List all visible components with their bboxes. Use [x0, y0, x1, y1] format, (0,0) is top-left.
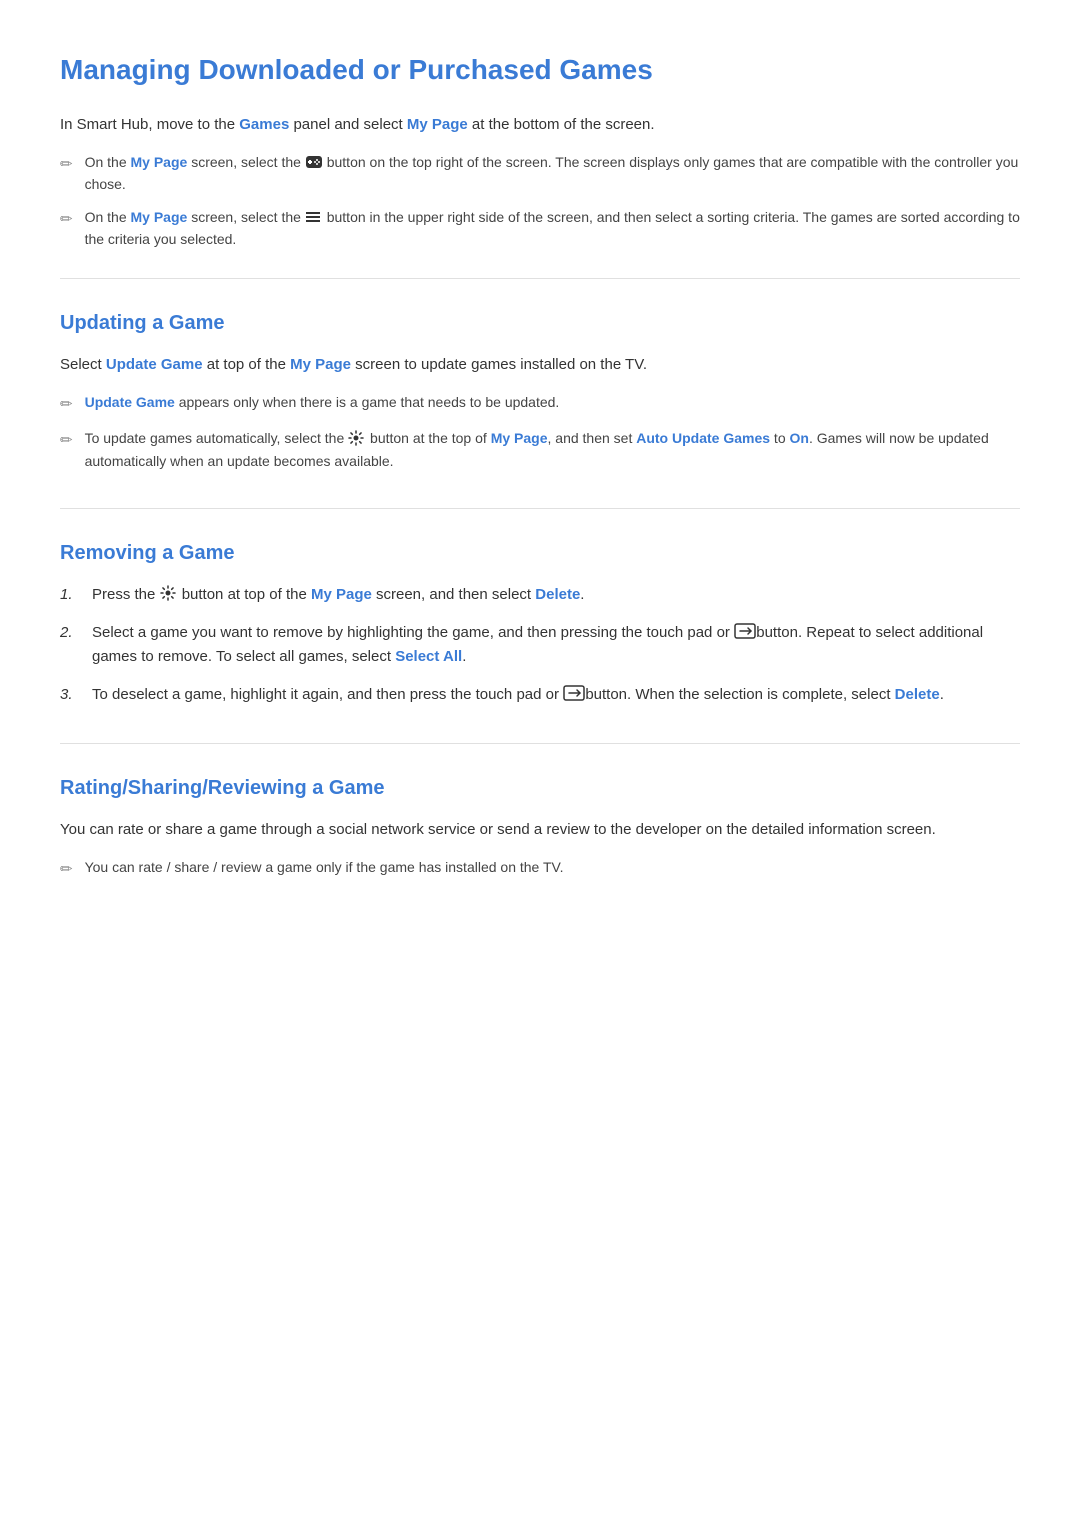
removing-steps: 1. Press the button at top of the My Pag…	[60, 583, 1020, 707]
gamepad-icon	[305, 153, 323, 171]
step-3-content: To deselect a game, highlight it again, …	[92, 683, 1020, 707]
my-page-note1: My Page	[131, 154, 188, 170]
updating-intro: Select Update Game at top of the My Page…	[60, 353, 1020, 377]
select-all-link: Select All	[395, 648, 462, 665]
delete-link-1: Delete	[535, 586, 580, 603]
step-1-content: Press the button at top of the My Page s…	[92, 583, 1020, 607]
updating-notes: ✏ Update Game appears only when there is…	[60, 391, 1020, 472]
on-link: On	[790, 430, 809, 446]
intro-note-2: ✏ On the My Page screen, select the butt…	[60, 206, 1020, 251]
touchpad-icon-1	[734, 623, 752, 641]
removing-step-3: 3. To deselect a game, highlight it agai…	[60, 683, 1020, 707]
removing-title: Removing a Game	[60, 537, 1020, 569]
intro-text-after: at the bottom of the screen.	[468, 116, 655, 133]
touchpad-icon-2	[563, 685, 581, 703]
section-rating: Rating/Sharing/Reviewing a Game You can …	[60, 772, 1020, 882]
step-num-2: 2.	[60, 621, 80, 645]
intro-note-1-text: On the My Page screen, select the button…	[85, 151, 1020, 196]
intro-text-middle: panel and select	[289, 116, 407, 133]
intro-note-1: ✏ On the My Page screen, select the butt…	[60, 151, 1020, 196]
rating-title: Rating/Sharing/Reviewing a Game	[60, 772, 1020, 804]
menu-icon	[305, 208, 323, 226]
gear-icon-updating	[348, 430, 366, 448]
updating-note-1-text: Update Game appears only when there is a…	[85, 391, 1020, 413]
rating-note-text: You can rate / share / review a game onl…	[85, 856, 1020, 878]
step-2-content: Select a game you want to remove by high…	[92, 621, 1020, 669]
my-page-link-note2: My Page	[491, 430, 548, 446]
pencil-icon-1: ✏	[60, 153, 73, 177]
section-removing: Removing a Game 1. Press the button at t…	[60, 537, 1020, 707]
games-link: Games	[239, 116, 289, 133]
intro-note-2-text: On the My Page screen, select the button…	[85, 206, 1020, 251]
my-page-link-updating: My Page	[290, 356, 351, 373]
delete-link-2: Delete	[895, 686, 940, 703]
page-title: Managing Downloaded or Purchased Games	[60, 48, 1020, 93]
intro-paragraph: In Smart Hub, move to the Games panel an…	[60, 113, 1020, 137]
my-page-step1: My Page	[311, 586, 372, 603]
update-game-link-note: Update Game	[85, 394, 175, 410]
pencil-icon-5: ✏	[60, 858, 73, 882]
section-updating: Updating a Game Select Update Game at to…	[60, 307, 1020, 472]
pencil-icon-3: ✏	[60, 393, 73, 417]
updating-title: Updating a Game	[60, 307, 1020, 339]
intro-text-before: In Smart Hub, move to the	[60, 116, 239, 133]
pencil-icon-2: ✏	[60, 208, 73, 232]
pencil-icon-4: ✏	[60, 429, 73, 453]
intro-notes-list: ✏ On the My Page screen, select the butt…	[60, 151, 1020, 251]
separator-2	[60, 508, 1020, 509]
removing-step-1: 1. Press the button at top of the My Pag…	[60, 583, 1020, 607]
rating-intro: You can rate or share a game through a s…	[60, 818, 1020, 842]
auto-update-link: Auto Update Games	[636, 430, 770, 446]
separator-1	[60, 278, 1020, 279]
removing-step-2: 2. Select a game you want to remove by h…	[60, 621, 1020, 669]
update-game-link: Update Game	[106, 356, 203, 373]
step-num-3: 3.	[60, 683, 80, 707]
my-page-link-intro: My Page	[407, 116, 468, 133]
updating-note-2-text: To update games automatically, select th…	[85, 427, 1020, 472]
rating-note-1: ✏ You can rate / share / review a game o…	[60, 856, 1020, 882]
rating-notes: ✏ You can rate / share / review a game o…	[60, 856, 1020, 882]
updating-note-2: ✏ To update games automatically, select …	[60, 427, 1020, 472]
step-num-1: 1.	[60, 583, 80, 607]
gear-icon-removing	[160, 585, 178, 603]
updating-note-1: ✏ Update Game appears only when there is…	[60, 391, 1020, 417]
separator-3	[60, 743, 1020, 744]
my-page-note2: My Page	[131, 209, 188, 225]
